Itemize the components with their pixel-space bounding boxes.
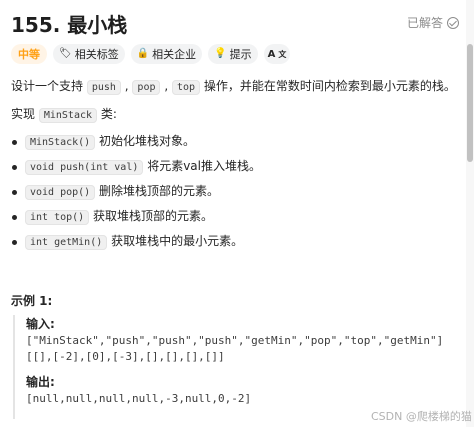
method-code: void pop() [25, 185, 96, 200]
code-push: push [86, 80, 121, 95]
implement-text: 类: [100, 107, 117, 121]
input-line: [[],[-2],[0],[-3],[],[],[],[]] [26, 350, 225, 363]
related-companies-button[interactable]: 🔒 相关企业 [130, 44, 203, 64]
bullet [12, 214, 17, 220]
method-item: int top() 获取堆栈顶部的元素。 [12, 206, 213, 228]
method-text: 将元素val推入堆栈。 [147, 159, 261, 173]
separator: , [164, 79, 169, 93]
method-text: 删除堆栈顶部的元素。 [99, 184, 220, 198]
input-label: 输入: [26, 317, 55, 331]
lightbulb-icon: 💡 [214, 48, 227, 59]
translate-icon: A [267, 48, 276, 60]
description-line: 设计一个支持 push , pop , top 操作，并能在常数时间内检索到最小… [11, 76, 456, 98]
method-text: 获取堆栈顶部的元素。 [93, 209, 214, 223]
code-top: top [171, 80, 201, 95]
output-label: 输出: [26, 375, 55, 389]
code-minstack: MinStack [38, 108, 98, 123]
bullet [12, 139, 17, 145]
bullet [12, 239, 17, 245]
method-code: int getMin() [25, 235, 108, 250]
method-text: 初始化堆栈对象。 [99, 134, 196, 148]
scrollbar-thumb[interactable] [467, 44, 473, 162]
bullet [12, 164, 17, 170]
lock-icon: 🔒 [136, 48, 150, 59]
difficulty-label: 中等 [18, 48, 40, 61]
solved-label: 已解答 [407, 16, 444, 30]
tag-bar: 中等 🏷 相关标签 🔒 相关企业 💡 提示 A文 [11, 44, 291, 64]
description-text: 操作，并能在常数时间内检索到最小元素的栈。 [203, 79, 456, 93]
related-tags-button[interactable]: 🏷 相关标签 [53, 44, 125, 64]
watermark: CSDN @爬楼梯的猫 [371, 410, 472, 423]
problem-title: 155. 最小栈 [11, 13, 128, 37]
difficulty-badge: 中等 [11, 44, 47, 64]
check-circle-icon [447, 16, 460, 29]
method-text: 获取堆栈中的最小元素。 [111, 234, 244, 248]
method-code: int top() [25, 210, 90, 225]
translate-button[interactable]: A文 [263, 44, 291, 64]
tag-icon: 🏷 [59, 48, 72, 59]
code-pop: pop [132, 80, 161, 95]
related-tags-label: 相关标签 [74, 48, 119, 61]
method-code: MinStack() [25, 135, 96, 150]
description-text: 设计一个支持 [11, 79, 84, 93]
example-block: 输入: ["MinStack","push","push","push","ge… [13, 315, 455, 419]
solved-status: 已解答 [407, 14, 460, 31]
related-companies-label: 相关企业 [152, 48, 197, 61]
output-line: [null,null,null,null,-3,null,0,-2] [26, 392, 252, 405]
separator: , [124, 79, 129, 93]
example-title: 示例 1: [11, 294, 53, 308]
implement-line: 实现 MinStack 类: [11, 104, 117, 126]
input-line: ["MinStack","push","push","push","getMin… [26, 334, 444, 347]
implement-text: 实现 [11, 107, 36, 121]
method-code: void push(int val) [25, 160, 144, 175]
method-item: int getMin() 获取堆栈中的最小元素。 [12, 231, 243, 253]
hint-label: 提示 [229, 48, 252, 61]
bullet [12, 189, 17, 195]
method-item: void pop() 删除堆栈顶部的元素。 [12, 181, 219, 203]
method-item: MinStack() 初始化堆栈对象。 [12, 131, 195, 153]
hint-button[interactable]: 💡 提示 [208, 44, 258, 64]
method-item: void push(int val) 将元素val推入堆栈。 [12, 156, 261, 178]
